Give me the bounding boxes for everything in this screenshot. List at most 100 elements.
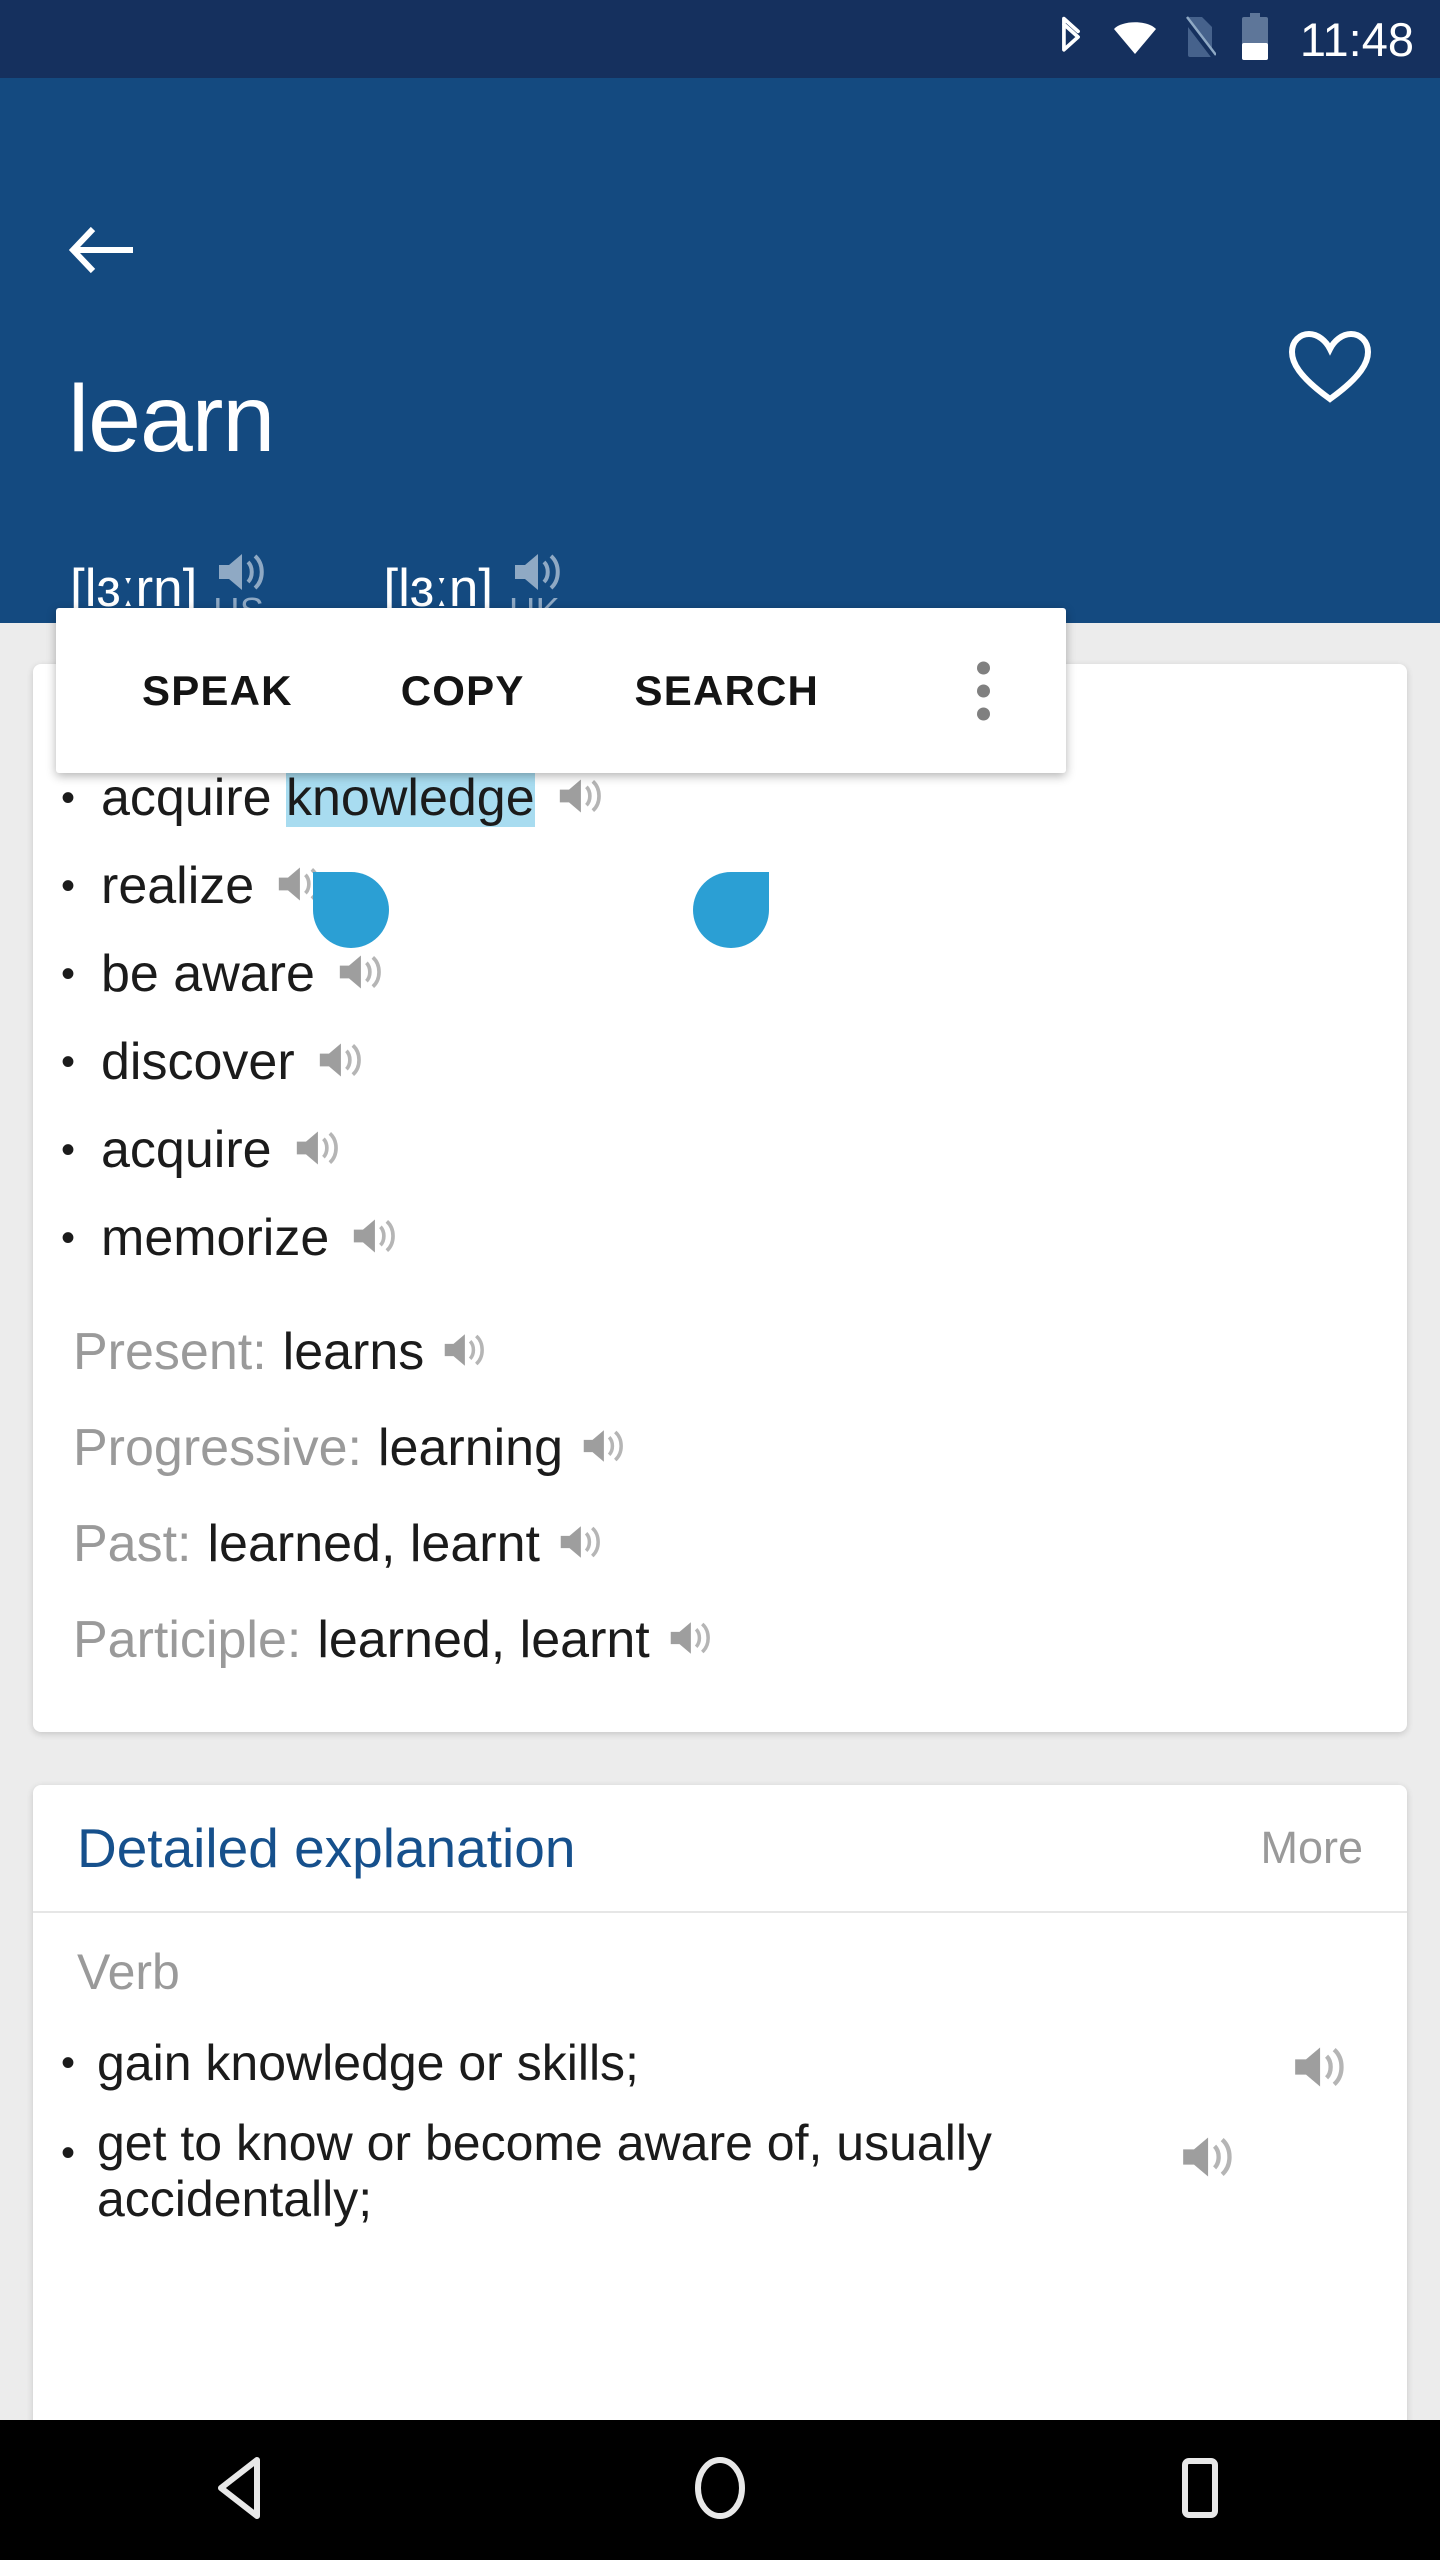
speak-conjugation-button[interactable] <box>666 1617 714 1664</box>
detailed-explanation-title: Detailed explanation <box>77 1817 576 1879</box>
speaker-icon <box>296 1131 338 1164</box>
text-selection-action-bar: SPEAK COPY SEARCH <box>56 608 1066 773</box>
more-vertical-icon[interactable] <box>977 661 990 720</box>
nav-back-button[interactable] <box>150 2420 330 2560</box>
speak-conjugation-button[interactable] <box>556 1521 604 1568</box>
speak-meaning-button[interactable] <box>349 1214 399 1263</box>
definition-item[interactable]: • gain knowledge or skills; <box>33 2025 1407 2101</box>
conjugation-key: Present: <box>73 1323 267 1381</box>
speak-conjugation-button[interactable] <box>579 1425 627 1472</box>
android-navigation-bar <box>0 2420 1440 2560</box>
heart-outline-icon <box>1288 330 1372 411</box>
pronunciation-uk-ipa: [lɜːn] <box>383 559 494 618</box>
selected-text: knowledge <box>286 769 535 827</box>
conjugation-value: learns <box>282 1323 425 1381</box>
bullet-icon: • <box>61 2041 76 2085</box>
meaning-text: memorize <box>101 1209 330 1267</box>
page-title: learn <box>68 366 275 472</box>
conjugation-value: learned, learnt <box>207 1515 540 1573</box>
nav-recents-button[interactable] <box>1110 2420 1290 2560</box>
meaning-text: acquire knowledge <box>101 768 535 828</box>
conjugation-row-progressive[interactable]: Progressive: learning <box>73 1400 1407 1496</box>
speak-meaning-button[interactable] <box>315 1038 365 1087</box>
bullet-icon: • <box>61 776 76 820</box>
conjugation-value: learning <box>378 1419 564 1477</box>
meaning-text: realize <box>101 857 255 915</box>
speaker-icon <box>559 779 601 812</box>
speaker-icon <box>445 1333 485 1366</box>
conjugation-row-present[interactable]: Present: learns <box>73 1304 1407 1400</box>
conjugation-value: learned, learnt <box>317 1611 650 1669</box>
pronunciation-us-ipa: [lɜːrn] <box>70 559 198 618</box>
screen-root: 11:48 learn [lɜːrn] [lɜːn] • acquire kno… <box>0 0 1440 2560</box>
battery-icon <box>1240 12 1270 66</box>
conjugation-key: Past: <box>73 1515 192 1573</box>
list-item[interactable]: • discover <box>33 1018 1407 1106</box>
status-icons <box>1054 12 1270 66</box>
speak-action-button[interactable]: SPEAK <box>142 667 293 715</box>
speaker-icon <box>670 1621 710 1654</box>
no-sim-icon <box>1182 15 1217 64</box>
speak-meaning-button[interactable] <box>335 950 385 999</box>
more-link[interactable]: More <box>1260 1822 1363 1874</box>
detailed-explanation-header: Detailed explanation More <box>33 1785 1407 1913</box>
selection-handle-start[interactable] <box>313 872 389 948</box>
nav-home-icon <box>690 2456 750 2524</box>
speaker-icon <box>583 1429 623 1462</box>
meaning-text: acquire <box>101 1121 272 1179</box>
status-bar-clock: 11:48 <box>1299 12 1414 66</box>
bullet-icon: • <box>61 1040 76 1084</box>
bullet-icon: • <box>61 1216 76 1260</box>
search-action-button[interactable]: SEARCH <box>635 667 820 715</box>
conjugation-row-participle[interactable]: Participle: learned, learnt <box>73 1592 1407 1688</box>
list-item[interactable]: • acquire <box>33 1106 1407 1194</box>
speak-meaning-button[interactable] <box>555 774 605 823</box>
definition-item[interactable]: • get to know or become aware of, usuall… <box>33 2115 1407 2227</box>
bullet-icon: • <box>61 1128 76 1172</box>
speak-definition-button[interactable] <box>1177 2115 1247 2188</box>
bullet-icon: • <box>61 952 76 996</box>
favorite-button[interactable] <box>1280 320 1380 420</box>
list-item[interactable]: • memorize <box>33 1194 1407 1282</box>
conjugation-row-past[interactable]: Past: learned, learnt <box>73 1496 1407 1592</box>
detailed-pos-label: Verb <box>77 1944 180 2000</box>
wifi-icon <box>1112 17 1158 62</box>
bullet-icon: • <box>61 864 76 908</box>
back-arrow-icon <box>68 223 135 282</box>
speaker-icon <box>560 1525 600 1558</box>
speaker-icon <box>354 1219 396 1252</box>
meanings-list: • acquire knowledge • realize • be aware… <box>33 754 1407 1282</box>
speak-definition-button[interactable] <box>1289 2025 1359 2098</box>
back-button[interactable] <box>56 206 148 298</box>
nav-back-icon <box>211 2456 269 2524</box>
speak-conjugation-button[interactable] <box>440 1329 488 1376</box>
nav-recents-icon <box>1172 2457 1228 2524</box>
definition-text: get to know or become aware of, usually … <box>97 2115 992 2227</box>
conjugation-key: Participle: <box>73 1611 302 1669</box>
speaker-icon <box>1183 2137 1232 2177</box>
meaning-text: discover <box>101 1033 295 1091</box>
speaker-icon <box>1295 2047 1344 2087</box>
bluetooth-icon <box>1054 14 1088 65</box>
meaning-prefix: acquire <box>101 769 286 827</box>
speaker-icon <box>219 554 265 590</box>
speaker-icon <box>339 955 381 988</box>
meaning-text: be aware <box>101 945 315 1003</box>
bullet-icon: • <box>61 2131 76 2175</box>
dot <box>977 707 990 720</box>
copy-action-button[interactable]: COPY <box>401 667 525 715</box>
speaker-icon <box>319 1043 361 1076</box>
status-bar: 11:48 <box>0 0 1440 78</box>
dot <box>977 661 990 674</box>
meanings-card: Verb • acquire knowledge • <box>33 664 1407 1732</box>
nav-home-button[interactable] <box>630 2420 810 2560</box>
selection-handle-end[interactable] <box>693 872 769 948</box>
app-bar: learn [lɜːrn] US [lɜːn] <box>0 78 1440 631</box>
conjugations-list: Present: learns Progressive: learning Pa… <box>33 1304 1407 1688</box>
speaker-icon <box>515 554 560 590</box>
speak-meaning-button[interactable] <box>292 1126 342 1175</box>
conjugation-key: Progressive: <box>73 1419 362 1477</box>
dot <box>977 684 990 697</box>
definition-text: gain knowledge or skills; <box>97 2035 639 2091</box>
definitions-list: • gain knowledge or skills; • get to kno… <box>33 2025 1407 2227</box>
